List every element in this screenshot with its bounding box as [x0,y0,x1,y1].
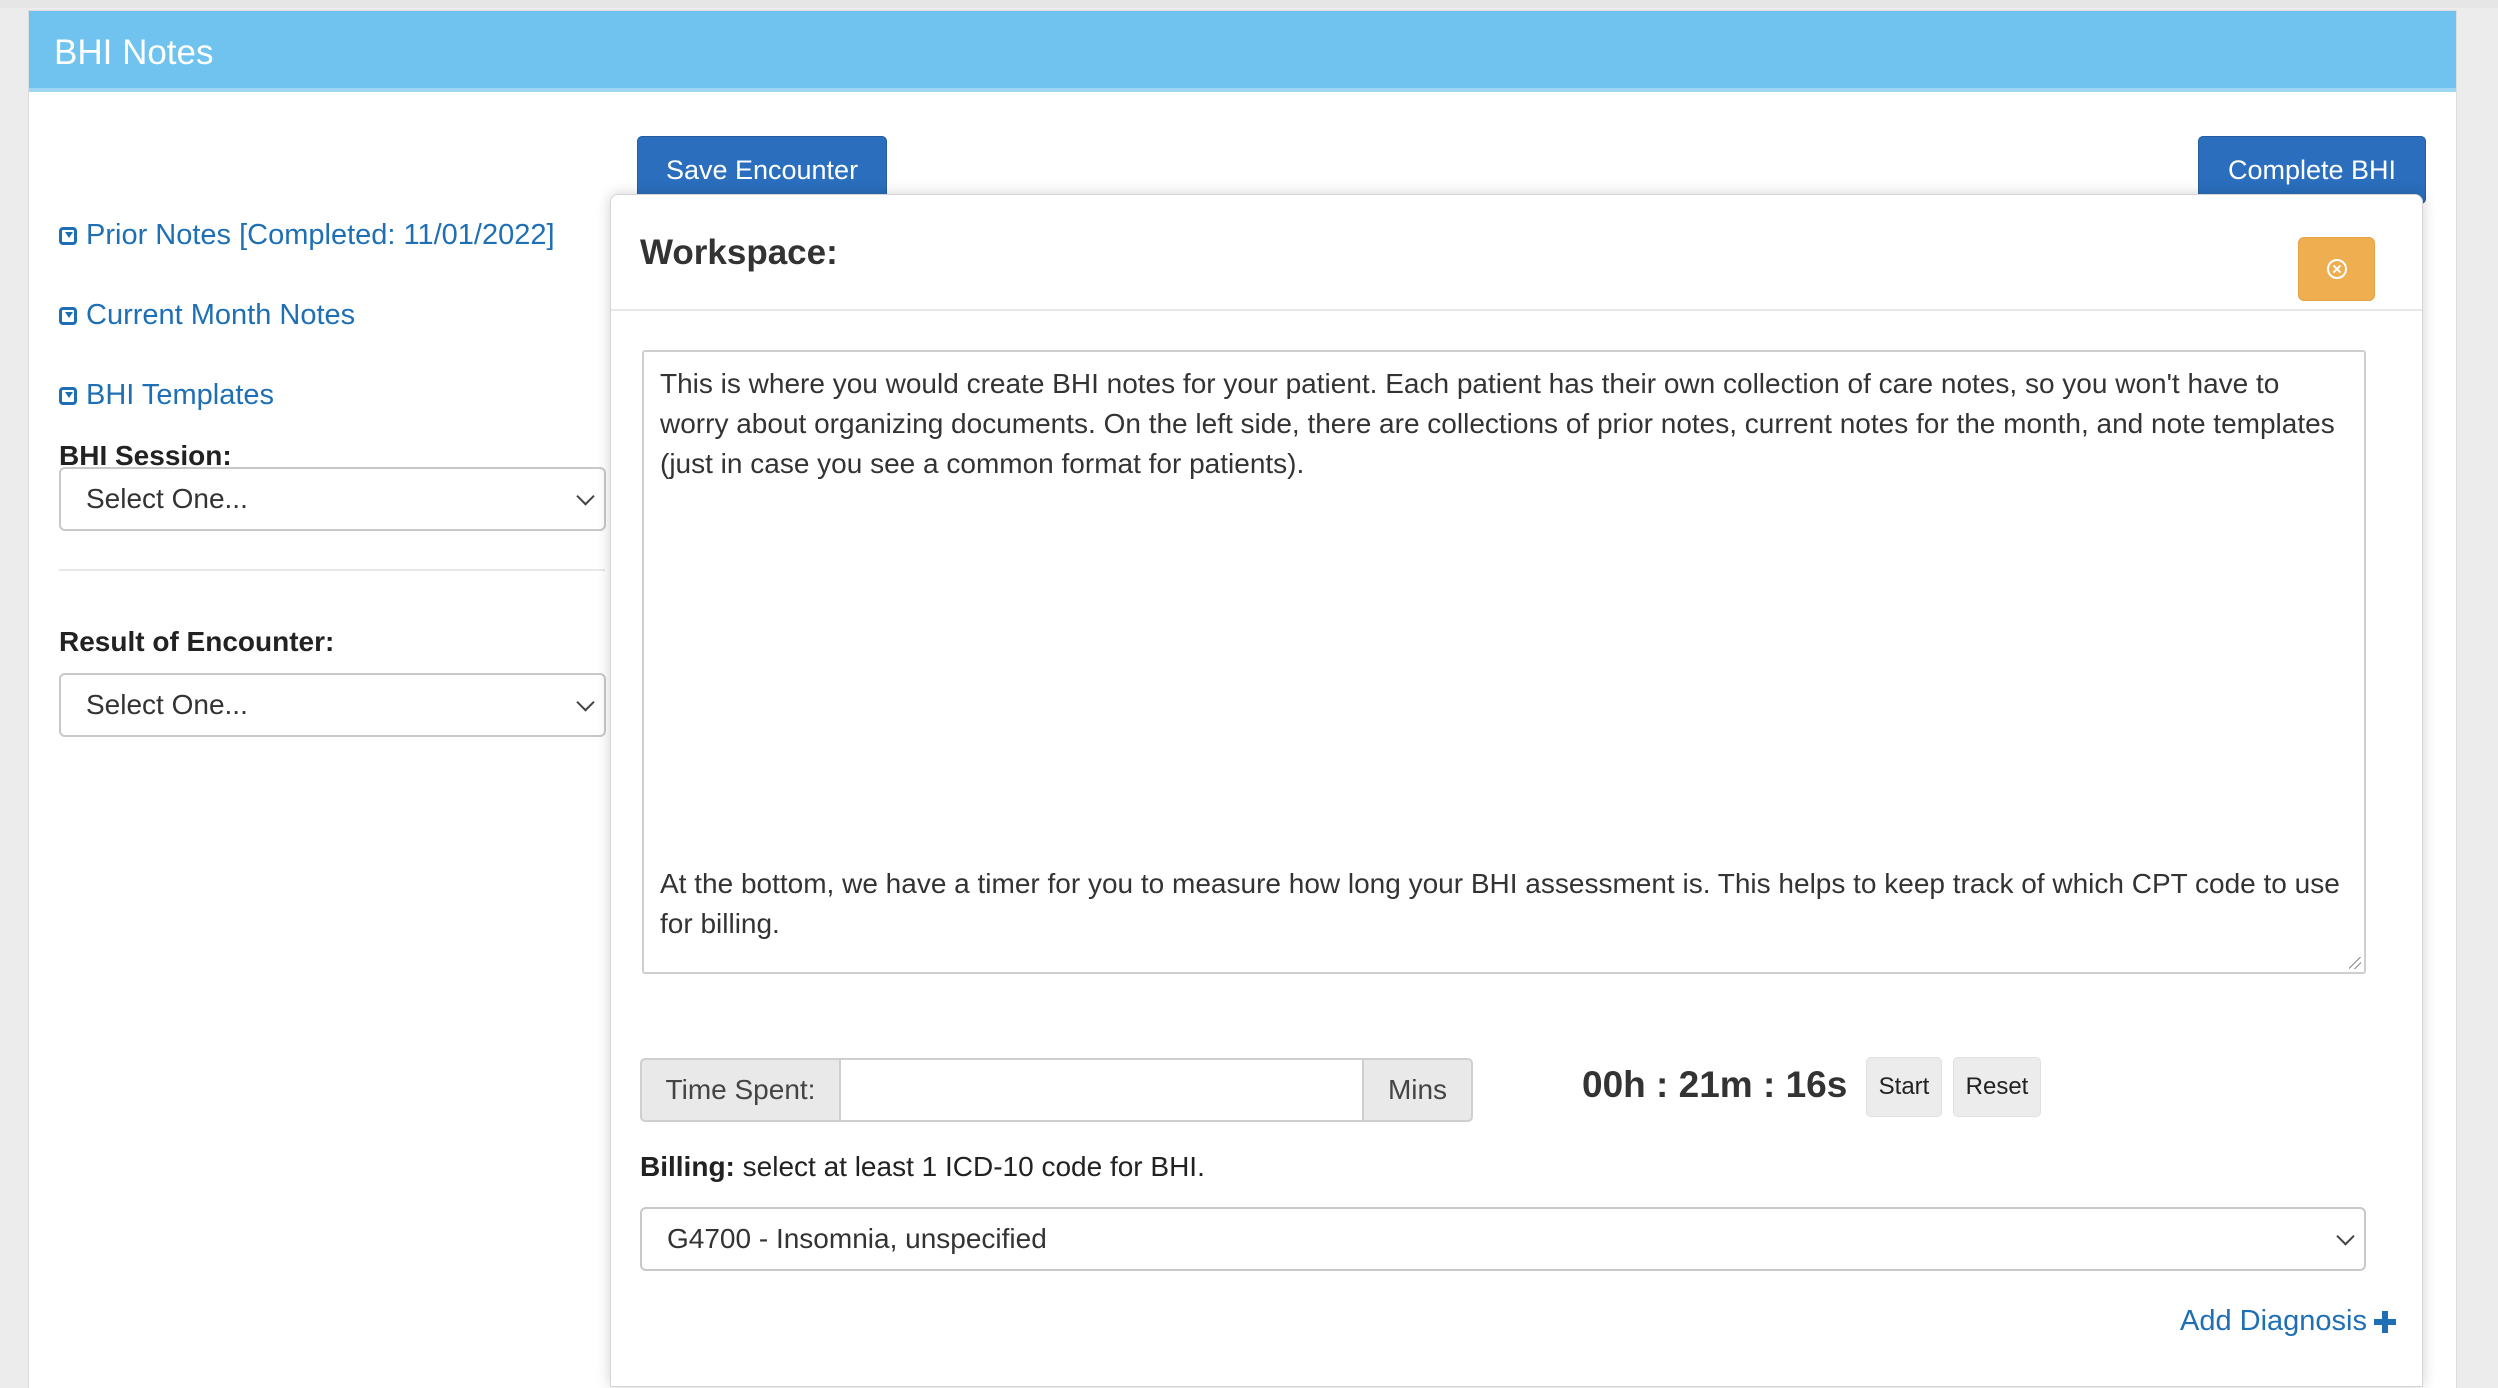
result-of-encounter-select[interactable]: Select One... [59,673,606,737]
close-workspace-button[interactable] [2298,237,2375,301]
timer-start-button[interactable]: Start [1866,1057,1942,1117]
bhi-templates-label: BHI Templates [86,379,275,411]
sidebar-divider [59,569,605,571]
diagnosis-select[interactable]: G4700 - Insomnia, unspecified [640,1207,2366,1271]
timer-reset-button[interactable]: Reset [1953,1057,2041,1117]
close-circle-icon [2326,259,2347,279]
time-spent-input[interactable] [841,1058,1362,1122]
resize-handle-icon[interactable] [2349,957,2361,969]
bhi-session-value: Select One... [86,483,248,514]
billing-label: Billing: [640,1151,735,1182]
bhi-session-select[interactable]: Select One... [59,467,606,531]
timer-display: 00h : 21m : 16s [1582,1064,1848,1105]
workspace-title: Workspace: [640,233,838,272]
notes-paragraph-1: This is where you would create BHI notes… [660,368,2335,479]
add-diagnosis-label: Add Diagnosis [2180,1305,2367,1337]
billing-instructions: Billing: select at least 1 ICD-10 code f… [640,1151,1205,1183]
bhi-templates-link[interactable]: BHI Templates [59,379,274,412]
collapse-toggle-icon [59,386,77,405]
chevron-down-icon [2336,1227,2355,1246]
prior-notes-label: Prior Notes [Completed: 11/01/2022] [86,219,555,251]
chevron-down-icon [576,693,595,712]
result-of-encounter-label: Result of Encounter: [59,626,335,657]
time-unit-label: Mins [1362,1058,1473,1122]
current-month-notes-label: Current Month Notes [86,299,356,331]
top-edge [0,0,2498,8]
notes-paragraph-2: At the bottom, we have a timer for you t… [660,868,2340,939]
workspace-header: Workspace: [611,195,2422,311]
chevron-down-icon [576,487,595,506]
notes-textarea[interactable]: This is where you would create BHI notes… [642,350,2366,974]
diagnosis-value: G4700 - Insomnia, unspecified [667,1223,1047,1254]
time-spent-label: Time Spent: [640,1058,841,1122]
workspace-card: Workspace: This is where you would creat… [610,194,2423,1387]
collapse-toggle-icon [59,226,77,245]
billing-text: select at least 1 ICD-10 code for BHI. [734,1151,1205,1182]
prior-notes-link[interactable]: Prior Notes [Completed: 11/01/2022] [59,219,555,252]
add-diagnosis-link[interactable]: Add Diagnosis [2180,1305,2396,1338]
result-of-encounter-value: Select One... [86,689,248,720]
panel-title: BHI Notes [54,33,214,72]
panel-header: BHI Notes [29,11,2456,92]
plus-icon [2374,1310,2396,1333]
collapse-toggle-icon [59,306,77,325]
current-month-notes-link[interactable]: Current Month Notes [59,299,355,332]
